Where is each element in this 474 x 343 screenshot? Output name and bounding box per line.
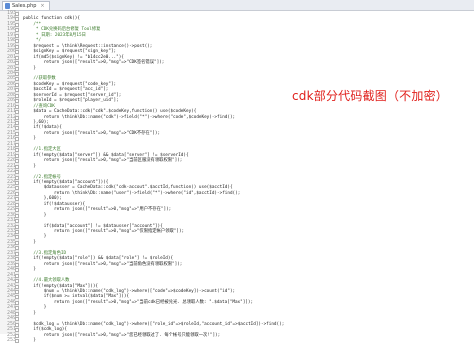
editor-window: Sales.php × 193 194 public function cdk(){… — [0, 0, 474, 343]
code-editor[interactable]: 193 194 public function cdk(){195 /** 196 *… — [7, 10, 474, 343]
tab-sales-php[interactable]: Sales.php × — [2, 1, 50, 10]
close-icon[interactable]: × — [40, 3, 44, 9]
fold-marker-icon[interactable] — [15, 339, 19, 343]
tab-bar: Sales.php × — [0, 0, 474, 11]
fold-marker-icon[interactable] — [15, 333, 19, 338]
code-line[interactable]: 253 } — [7, 337, 474, 343]
annotation-overlay: cdk部分代码截图（不加密） — [292, 89, 448, 103]
line-number: 253 — [6, 337, 16, 343]
code-text: } — [23, 338, 36, 343]
tab-label: Sales.php — [12, 3, 37, 9]
php-file-icon — [5, 3, 10, 9]
